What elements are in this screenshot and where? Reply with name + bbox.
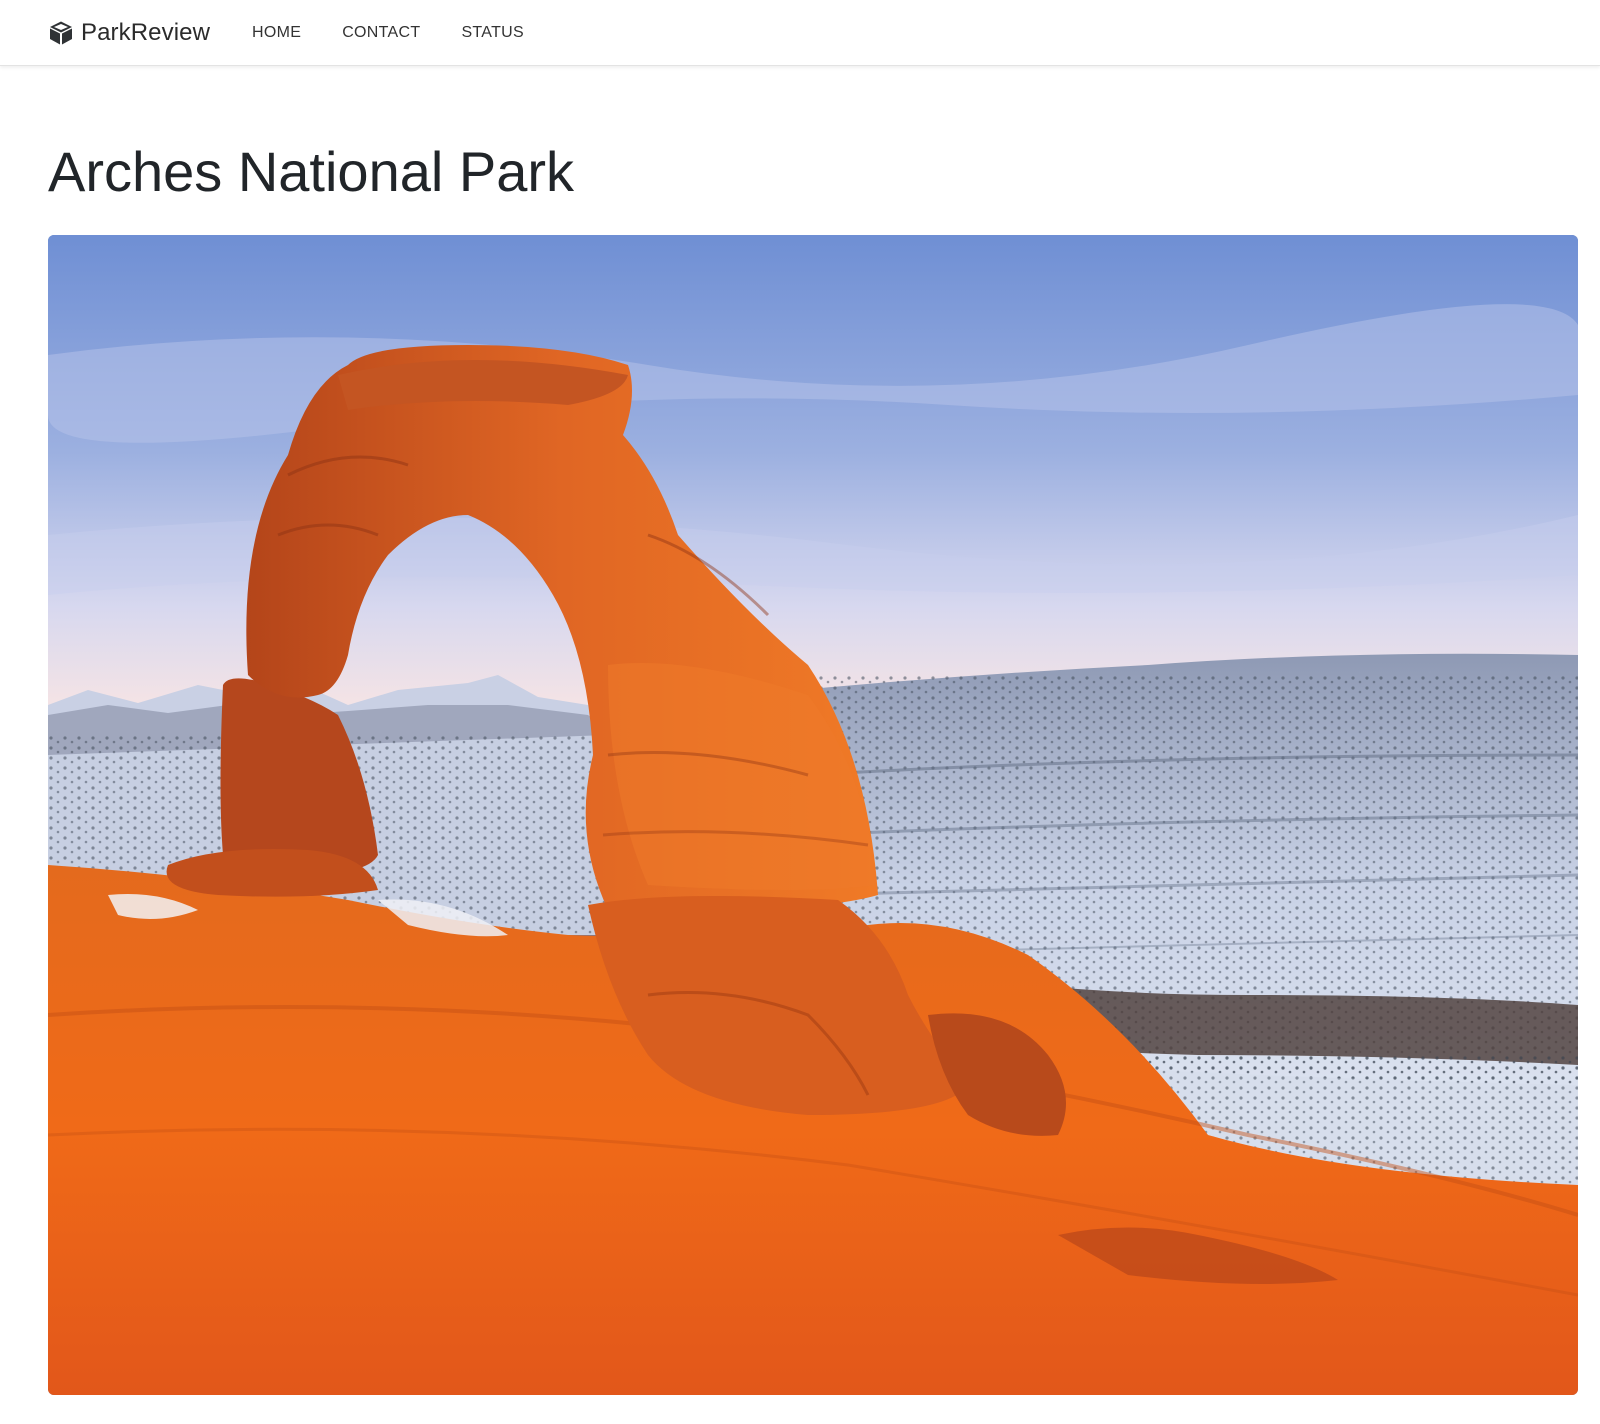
brand-link[interactable]: ParkReview [48,0,210,66]
hero-image [48,235,1578,1395]
nav-menu: HOME CONTACT STATUS [252,0,565,66]
page-title: Arches National Park [48,140,575,203]
cube-icon [48,20,74,46]
top-navbar: ParkReview HOME CONTACT STATUS [0,0,1600,66]
nav-link-home[interactable]: HOME [252,24,301,41]
nav-link-status[interactable]: STATUS [461,24,524,41]
delicate-arch-photo [48,235,1578,1395]
nav-link-contact[interactable]: CONTACT [342,24,420,41]
brand-name: ParkReview [81,19,211,46]
